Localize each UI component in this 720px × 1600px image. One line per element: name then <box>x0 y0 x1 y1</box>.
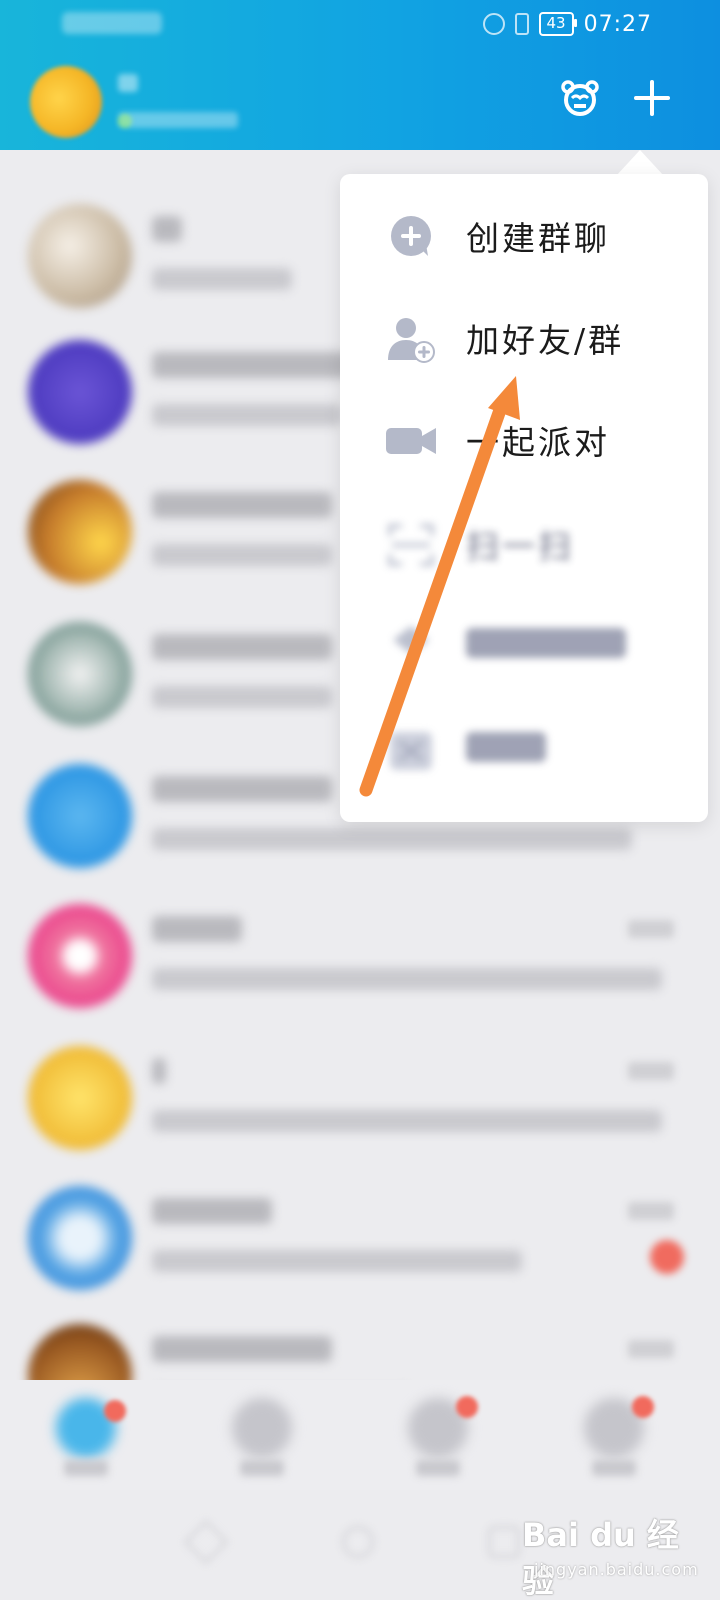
party-mascot-icon[interactable] <box>560 78 600 118</box>
plus-dropdown-menu: 创建群聊 加好友/群 一起派对 扫一扫 <box>340 174 708 822</box>
avatar <box>28 1186 132 1290</box>
status-time: 07:27 <box>583 11 652 37</box>
menu-item-create-group-chat[interactable]: 创建群聊 <box>340 184 708 288</box>
menu-item-label: 创建群聊 <box>466 219 610 258</box>
user-nickname[interactable] <box>118 74 138 92</box>
menu-item-label <box>466 628 626 658</box>
menu-item-label: 加好友/群 <box>466 321 625 360</box>
chat-title <box>152 1198 272 1224</box>
watermark-subtext: jingyan.baidu.com <box>534 1560 699 1579</box>
avatar <box>28 340 132 444</box>
avatar <box>28 1046 132 1150</box>
menu-item-label <box>466 732 546 762</box>
list-item[interactable] <box>0 1162 720 1302</box>
chat-time <box>628 1340 674 1358</box>
tab-explore-label <box>592 1460 636 1476</box>
menu-item-label: 一起派对 <box>466 423 610 462</box>
unread-badge <box>650 1240 684 1274</box>
chat-preview <box>152 268 292 290</box>
chat-preview <box>152 686 332 708</box>
baidu-jingyan-watermark: Bai du 经验 jingyan.baidu.com <box>514 1500 698 1600</box>
chat-title <box>152 634 332 660</box>
menu-item-label: 扫一扫 <box>466 527 574 566</box>
list-item[interactable] <box>0 880 720 1020</box>
status-icons: 43 07:27 <box>482 10 653 38</box>
chat-preview <box>152 1250 522 1272</box>
menu-item-party-together[interactable]: 一起派对 <box>340 388 708 492</box>
menu-pointer <box>616 150 664 176</box>
party-video-icon <box>386 428 436 454</box>
menu-item-scan[interactable]: 扫一扫 <box>340 492 708 596</box>
user-avatar[interactable] <box>30 66 102 138</box>
chat-title <box>152 352 352 378</box>
menu-item-face-to-face[interactable] <box>340 594 708 698</box>
battery-indicator: 43 <box>538 12 577 36</box>
bottom-tab-bar <box>0 1380 720 1490</box>
add-friend-icon <box>388 318 435 363</box>
plus-icon[interactable] <box>632 78 672 118</box>
payment-icon <box>390 732 432 770</box>
tab-messages-label <box>64 1460 108 1476</box>
chat-title <box>152 776 332 802</box>
chat-preview <box>152 968 662 990</box>
vibrate-icon <box>514 13 529 35</box>
chat-preview <box>152 1110 662 1132</box>
scan-icon <box>388 524 434 566</box>
avatar <box>28 622 132 726</box>
chat-title <box>152 1058 166 1084</box>
back-icon[interactable] <box>183 1519 229 1565</box>
avatar <box>28 204 132 308</box>
create-group-chat-icon <box>391 216 431 256</box>
face-to-face-icon <box>393 626 429 654</box>
chat-title <box>152 492 332 518</box>
tab-contacts[interactable] <box>232 1398 292 1458</box>
avatar <box>28 480 132 584</box>
watermark-text: Bai du 经验 <box>522 1516 679 1600</box>
tab-badge <box>456 1396 478 1418</box>
menu-item-payment[interactable] <box>340 698 708 802</box>
tab-contacts-label <box>240 1460 284 1476</box>
chat-title <box>152 216 182 242</box>
chat-preview <box>152 404 342 426</box>
chat-time <box>628 1202 674 1220</box>
status-bar: 43 07:27 <box>0 0 720 48</box>
chat-preview <box>152 544 332 566</box>
tab-badge <box>632 1396 654 1418</box>
home-icon[interactable] <box>342 1526 374 1558</box>
chat-time <box>628 1062 674 1080</box>
chat-title <box>152 1336 332 1362</box>
avatar <box>28 904 132 1008</box>
qq-main-screen: 43 07:27 创建群聊 加好友/群 一起派对 扫一扫 Bai du 经验 j… <box>0 0 720 1600</box>
chat-time <box>628 920 674 938</box>
alarm-icon <box>482 13 505 35</box>
avatar <box>28 764 132 868</box>
list-item[interactable] <box>0 1022 720 1162</box>
chat-preview <box>152 828 632 850</box>
top-header: 43 07:27 <box>0 0 720 150</box>
online-status-text[interactable] <box>118 112 238 128</box>
chat-title <box>152 916 242 942</box>
menu-item-add-friend-group[interactable]: 加好友/群 <box>340 286 708 390</box>
tab-badge <box>104 1400 126 1422</box>
carrier-info <box>62 12 162 34</box>
tab-channels-label <box>416 1460 460 1476</box>
